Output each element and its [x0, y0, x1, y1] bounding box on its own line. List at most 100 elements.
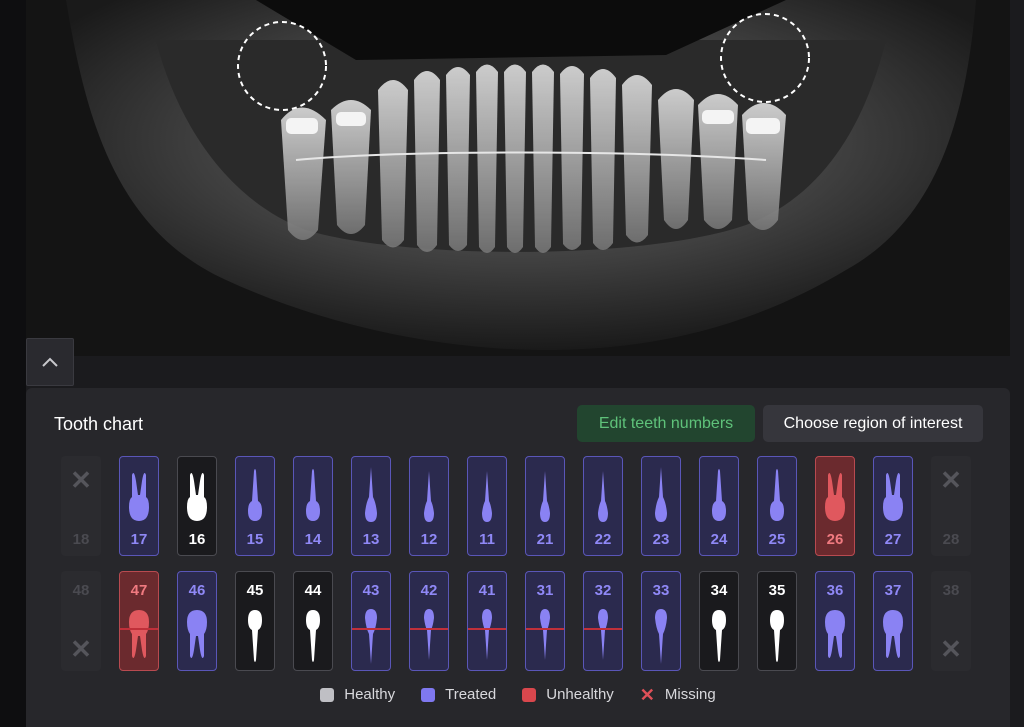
tooth-28[interactable]: 28 ✕: [931, 456, 971, 556]
tooth-45[interactable]: 45: [235, 571, 275, 671]
canine-tooth-icon: [365, 467, 377, 522]
molar-tooth-icon: [883, 473, 903, 521]
tooth-33[interactable]: 33: [641, 571, 681, 671]
molar-tooth-icon: [129, 610, 149, 658]
tooth-number: 48: [72, 582, 90, 599]
tooth-number: 22: [594, 531, 612, 548]
tooth-glyph: [526, 608, 564, 664]
tooth-16[interactable]: 16: [177, 456, 217, 556]
tooth-12[interactable]: 12: [409, 456, 449, 556]
tooth-31[interactable]: 31: [525, 571, 565, 671]
tooth-number: 28: [942, 531, 960, 548]
tooth-35[interactable]: 35: [757, 571, 797, 671]
premolar-tooth-icon: [712, 469, 726, 521]
edit-teeth-numbers-button[interactable]: Edit teeth numbers: [577, 405, 755, 442]
tooth-25[interactable]: 25: [757, 456, 797, 556]
tooth-glyph: [468, 467, 506, 523]
tooth-number: 43: [362, 582, 380, 599]
panoramic-xray-viewer[interactable]: [26, 0, 1010, 356]
tooth-41[interactable]: 41: [467, 571, 507, 671]
collapse-panel-button[interactable]: [26, 338, 74, 386]
tooth-number: 37: [884, 582, 902, 599]
tooth-number: 14: [304, 531, 322, 548]
tooth-glyph: [526, 467, 564, 523]
x-icon: ✕: [70, 465, 92, 495]
incisor-tooth-icon: [598, 471, 608, 522]
incisor-tooth-icon: [540, 609, 550, 660]
premolar-tooth-icon: [770, 610, 784, 662]
tooth-glyph: [236, 608, 274, 664]
tooth-27[interactable]: 27: [873, 456, 913, 556]
tooth-number: 11: [479, 531, 495, 548]
legend: Healthy Treated Unhealthy ✕ Missing: [26, 686, 1010, 704]
tooth-number: 45: [246, 582, 264, 599]
tooth-32[interactable]: 32: [583, 571, 623, 671]
choose-region-of-interest-button[interactable]: Choose region of interest: [763, 405, 983, 442]
tooth-number: 38: [942, 582, 960, 599]
tooth-glyph: [874, 608, 912, 664]
tooth-glyph: [700, 608, 738, 664]
legend-item-treated: Treated: [421, 686, 496, 703]
tooth-14[interactable]: 14: [293, 456, 333, 556]
tooth-42[interactable]: 42: [409, 571, 449, 671]
premolar-tooth-icon: [306, 610, 320, 662]
tooth-number: 18: [72, 531, 90, 548]
premolar-tooth-icon: [770, 469, 784, 521]
root-marker-line: [352, 628, 390, 630]
tooth-number: 31: [536, 582, 554, 599]
tooth-46[interactable]: 46: [177, 571, 217, 671]
root-marker-line: [410, 628, 448, 630]
tooth-22[interactable]: 22: [583, 456, 623, 556]
root-marker-line: [526, 628, 564, 630]
x-icon: ✕: [940, 634, 962, 664]
tooth-glyph: [758, 608, 796, 664]
incisor-tooth-icon: [424, 471, 434, 522]
tooth-23[interactable]: 23: [641, 456, 681, 556]
incisor-tooth-icon: [482, 471, 492, 522]
tooth-glyph: [410, 467, 448, 523]
legend-label: Missing: [664, 686, 716, 703]
tooth-17[interactable]: 17: [119, 456, 159, 556]
tooth-glyph: [236, 467, 274, 523]
tooth-glyph: [410, 608, 448, 664]
tooth-18[interactable]: 18 ✕: [61, 456, 101, 556]
tooth-34[interactable]: 34: [699, 571, 739, 671]
tooth-glyph: [816, 608, 854, 664]
tooth-13[interactable]: 13: [351, 456, 391, 556]
root-marker-line: [120, 628, 158, 630]
tooth-glyph: [584, 467, 622, 523]
legend-item-missing: ✕ Missing: [640, 686, 716, 704]
tooth-15[interactable]: 15: [235, 456, 275, 556]
tooth-21[interactable]: 21: [525, 456, 565, 556]
tooth-37[interactable]: 37: [873, 571, 913, 671]
root-marker-line: [468, 628, 506, 630]
tooth-glyph: [700, 467, 738, 523]
tooth-number: 36: [826, 582, 844, 599]
tooth-24[interactable]: 24: [699, 456, 739, 556]
tooth-44[interactable]: 44: [293, 571, 333, 671]
premolar-tooth-icon: [712, 610, 726, 662]
tooth-47[interactable]: 47: [119, 571, 159, 671]
tooth-number: 13: [362, 531, 380, 548]
tooth-36[interactable]: 36: [815, 571, 855, 671]
incisor-tooth-icon: [482, 609, 492, 660]
tooth-number: 33: [652, 582, 670, 599]
tooth-11[interactable]: 11: [467, 456, 507, 556]
tooth-38[interactable]: 38 ✕: [931, 571, 971, 671]
tooth-number: 46: [188, 582, 206, 599]
tooth-26[interactable]: 26: [815, 456, 855, 556]
premolar-tooth-icon: [306, 469, 320, 521]
legend-swatch: [320, 687, 335, 702]
tooth-glyph: [874, 467, 912, 523]
x-icon: ✕: [70, 634, 92, 664]
tooth-number: 42: [420, 582, 438, 599]
legend-item-unhealthy: Unhealthy: [522, 686, 614, 703]
molar-tooth-icon: [825, 473, 845, 521]
tooth-number: 44: [304, 582, 322, 599]
tooth-48[interactable]: 48 ✕: [61, 571, 101, 671]
legend-swatch: [522, 687, 537, 702]
tooth-glyph: [294, 608, 332, 664]
canine-tooth-icon: [655, 467, 667, 522]
tooth-43[interactable]: 43: [351, 571, 391, 671]
tooth-glyph: [816, 467, 854, 523]
